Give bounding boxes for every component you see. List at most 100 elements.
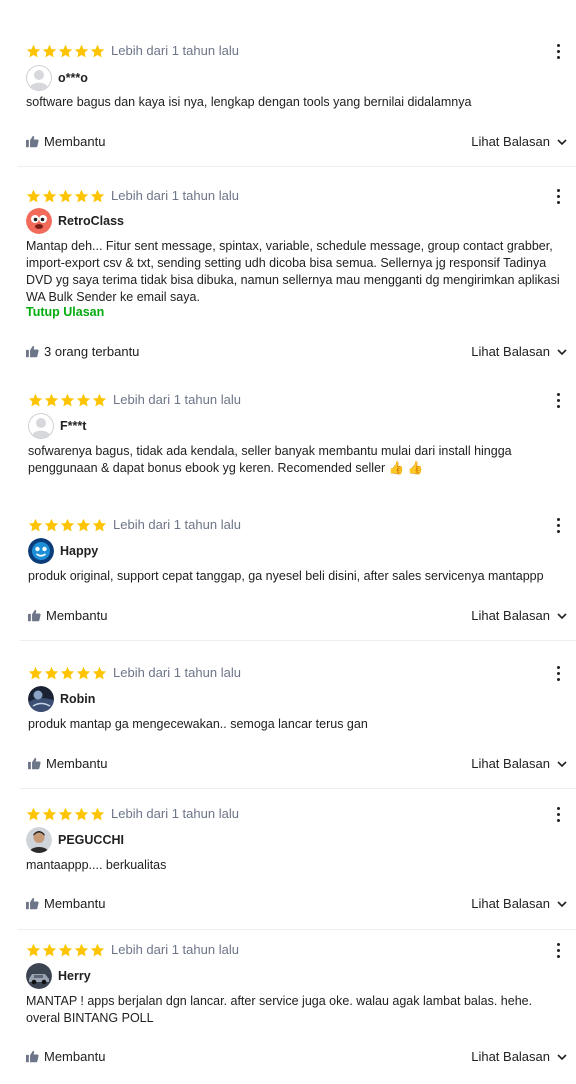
star-rating [28,666,107,681]
star-rating [26,44,105,59]
rating-row: Lebih dari 1 tahun lalu [28,391,241,409]
review-text: software bagus dan kaya isi nya, lengkap… [26,95,472,109]
star-icon [58,189,73,202]
review-card: Lebih dari 1 tahun lalu Herry MANTAP ! a… [18,941,576,1071]
view-replies-button[interactable]: Lihat Balasan [471,1049,568,1064]
helpful-button[interactable]: Membantu [26,1049,105,1064]
review-date: Lebih dari 1 tahun lalu [111,188,239,203]
view-replies-label: Lihat Balasan [471,896,550,911]
more-options-icon[interactable] [550,40,566,62]
view-replies-label: Lihat Balasan [471,608,550,623]
review-text: produk mantap ga mengecewakan.. semoga l… [28,717,368,731]
star-icon [60,666,75,679]
chevron-down-icon [557,612,567,619]
more-options-icon[interactable] [550,803,566,825]
avatar [28,413,54,439]
reviewer: Happy [28,538,98,564]
star-icon [92,518,107,531]
review-date: Lebih dari 1 tahun lalu [111,43,239,58]
rating-row: Lebih dari 1 tahun lalu [26,42,239,60]
reviewer: RetroClass [26,208,124,234]
star-icon [76,666,91,679]
helpful-button[interactable]: Membantu [28,756,107,771]
reviewer: PEGUCCHI [26,827,124,853]
rating-row: Lebih dari 1 tahun lalu [26,941,239,959]
review-text: sofwarenya bagus, tidak ada kendala, sel… [28,444,512,475]
star-icon [74,943,89,956]
star-icon [60,518,75,531]
more-options-icon[interactable] [550,662,566,684]
chevron-down-icon [557,348,567,355]
star-icon [58,943,73,956]
review-card: Lebih dari 1 tahun lalu o***o software b… [18,42,576,167]
reviewer-name: RetroClass [58,214,124,228]
view-replies-button[interactable]: Lihat Balasan [471,344,568,359]
helpful-label: Membantu [44,896,106,911]
star-icon [26,943,41,956]
reviewer-name: Herry [58,969,91,983]
thumbs-up-icon [28,757,41,770]
view-replies-label: Lihat Balasan [471,1049,550,1064]
star-icon [60,393,75,406]
more-options-icon[interactable] [550,514,566,536]
star-icon [44,666,59,679]
review-date: Lebih dari 1 tahun lalu [113,665,241,680]
star-icon [26,807,41,820]
star-icon [26,44,41,57]
star-rating [28,393,107,408]
chevron-down-icon [557,760,567,767]
star-icon [92,666,107,679]
star-icon [26,189,41,202]
view-replies-button[interactable]: Lihat Balasan [471,608,568,623]
star-icon [42,189,57,202]
star-icon [90,807,105,820]
star-rating [26,189,105,204]
helpful-button[interactable]: Membantu [28,608,107,623]
reviewer-name: PEGUCCHI [58,833,124,847]
close-review-link[interactable]: Tutup Ulasan [26,305,104,319]
thumbs-up-icon [26,897,39,910]
reviewer: Herry [26,963,91,989]
thumbs-up-icon [28,609,41,622]
helpful-label: Membantu [44,134,106,149]
more-options-icon[interactable] [550,185,566,207]
avatar [28,686,54,712]
review-text: mantaappp.... berkualitas [26,858,167,872]
star-icon [44,518,59,531]
star-icon [92,393,107,406]
avatar [28,538,54,564]
helpful-button[interactable]: Membantu [26,134,105,149]
avatar [26,208,52,234]
helpful-label: Membantu [46,756,108,771]
more-options-icon[interactable] [550,939,566,961]
reviewer-name: o***o [58,71,88,85]
review-card: Lebih dari 1 tahun lalu F***t sofwarenya… [20,391,576,501]
star-icon [42,44,57,57]
helpful-button[interactable]: Membantu [26,896,105,911]
chevron-down-icon [557,1053,567,1060]
star-icon [42,943,57,956]
reviewer-name: Robin [60,692,96,706]
helpful-label: Membantu [44,1049,106,1064]
star-rating [26,943,105,958]
rating-row: Lebih dari 1 tahun lalu [26,805,239,823]
star-icon [58,44,73,57]
view-replies-button[interactable]: Lihat Balasan [471,134,568,149]
thumbs-up-icon [26,135,39,148]
star-rating [28,518,107,533]
star-icon [76,518,91,531]
view-replies-button[interactable]: Lihat Balasan [471,896,568,911]
review-date: Lebih dari 1 tahun lalu [113,517,241,532]
thumbs-up-icon [26,1050,39,1063]
review-text: produk original, support cepat tanggap, … [28,569,544,583]
view-replies-label: Lihat Balasan [471,756,550,771]
view-replies-button[interactable]: Lihat Balasan [471,756,568,771]
helpful-button[interactable]: 3 orang terbantu [26,344,139,359]
star-icon [90,189,105,202]
star-icon [44,393,59,406]
avatar [26,827,52,853]
rating-row: Lebih dari 1 tahun lalu [26,187,239,205]
rating-row: Lebih dari 1 tahun lalu [28,516,241,534]
avatar [26,963,52,989]
more-options-icon[interactable] [550,389,566,411]
